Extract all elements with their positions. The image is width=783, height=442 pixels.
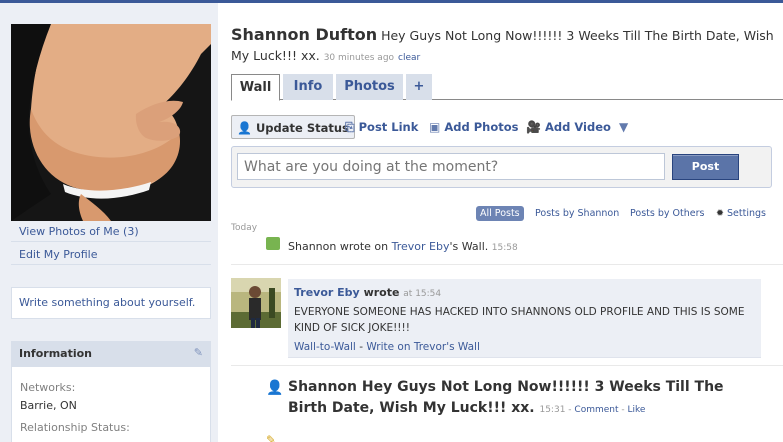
composer-box: Post bbox=[231, 146, 772, 188]
like-link[interactable]: Like bbox=[628, 405, 646, 415]
wall-post-icon bbox=[266, 237, 280, 250]
profile-photo-image bbox=[11, 24, 211, 221]
link-separator: - bbox=[359, 341, 363, 353]
tab-info[interactable]: Info bbox=[283, 74, 333, 100]
update-status-button[interactable]: 👤 Update Status bbox=[231, 115, 355, 139]
chevron-down-icon: ▼ bbox=[619, 120, 629, 134]
clear-status-link[interactable]: clear bbox=[398, 53, 420, 63]
tab-add[interactable]: + bbox=[406, 74, 432, 100]
pencil-icon[interactable]: ✎ bbox=[194, 346, 203, 359]
update-status-label: Update Status bbox=[255, 121, 349, 135]
networks-value: Barrie, ON bbox=[20, 399, 77, 412]
status-story: Shannon Hey Guys Not Long Now!!!!!! 3 We… bbox=[288, 377, 728, 421]
link-icon: ⎘ bbox=[345, 120, 355, 134]
status-input[interactable] bbox=[237, 153, 665, 180]
status-time: 30 minutes ago bbox=[323, 53, 395, 63]
main-content: Shannon Dufton Hey Guys Not Long Now!!!!… bbox=[218, 3, 783, 442]
profile-picture[interactable] bbox=[11, 24, 211, 221]
about-me-box[interactable]: Write something about yourself. bbox=[11, 287, 211, 319]
feed-filters: All Posts Posts by Shannon Posts by Othe… bbox=[218, 206, 783, 221]
feed-divider bbox=[231, 264, 783, 265]
person-icon: 👤 bbox=[237, 121, 252, 135]
view-photos-label[interactable]: View Photos of Me (3) bbox=[19, 225, 139, 238]
left-sidebar: View Photos of Me (3) Edit My Profile Wr… bbox=[0, 3, 218, 442]
filter-posts-by-others[interactable]: Posts by Others bbox=[626, 206, 708, 221]
wall-post-links: Wall-to-Wall - Write on Trevor's Wall bbox=[294, 341, 480, 353]
day-label: Today bbox=[231, 223, 258, 233]
post-link-button[interactable]: ⎘ Post Link bbox=[345, 115, 418, 139]
comment-link[interactable]: Comment bbox=[574, 405, 618, 415]
wall-post-message: EVERYONE SOMEONE HAS HACKED INTO SHANNON… bbox=[294, 306, 745, 334]
information-header: Information ✎ bbox=[11, 341, 211, 367]
filter-settings[interactable]: ✹ Settings bbox=[712, 206, 770, 221]
edit-profile-link[interactable]: Edit My Profile bbox=[11, 243, 211, 265]
write-on-wall-link[interactable]: Write on Trevor's Wall bbox=[366, 341, 480, 353]
add-photos-label: Add Photos bbox=[444, 120, 519, 134]
profile-headline: Shannon Dufton Hey Guys Not Long Now!!!!… bbox=[231, 25, 776, 68]
filter-posts-by-shannon[interactable]: Posts by Shannon bbox=[531, 206, 623, 221]
mini-story-suffix: 's Wall. bbox=[449, 240, 489, 253]
wall-post-author[interactable]: Trevor Eby bbox=[294, 286, 360, 299]
filter-settings-label: Settings bbox=[727, 208, 766, 219]
mini-story-link[interactable]: Trevor Eby bbox=[392, 240, 450, 253]
wall-post-time: at 15:54 bbox=[403, 289, 442, 299]
avatar-image bbox=[231, 278, 281, 328]
mini-story-prefix: Shannon wrote on bbox=[288, 240, 392, 253]
photo-icon: ▣ bbox=[429, 120, 441, 134]
information-body: Networks: Barrie, ON Relationship Status… bbox=[11, 367, 211, 442]
composer-actions: 👤 Update Status ⎘ Post Link ▣ Add Photos… bbox=[231, 115, 783, 139]
add-video-label: Add Video bbox=[544, 120, 611, 134]
information-title: Information bbox=[19, 347, 92, 360]
status-story-meta: 15:31 - Comment - Like bbox=[539, 405, 646, 415]
wall-to-wall-link[interactable]: Wall-to-Wall bbox=[294, 341, 356, 353]
relationship-label: Relationship Status: bbox=[20, 421, 130, 434]
add-photos-button[interactable]: ▣ Add Photos bbox=[429, 115, 518, 139]
edit-profile-label[interactable]: Edit My Profile bbox=[19, 248, 98, 261]
add-video-button[interactable]: 🎥 Add Video bbox=[526, 115, 611, 139]
gear-icon: ✹ bbox=[716, 208, 724, 219]
mini-story-time: 15:58 bbox=[491, 243, 518, 253]
status-story-text: Shannon Hey Guys Not Long Now!!!!!! 3 We… bbox=[288, 379, 724, 416]
view-photos-link[interactable]: View Photos of Me (3) bbox=[11, 220, 211, 242]
more-actions-dropdown[interactable]: ▼ bbox=[619, 115, 628, 139]
tab-wall[interactable]: Wall bbox=[231, 74, 280, 101]
status-story-time: 15:31 bbox=[539, 405, 566, 415]
write-about-link[interactable]: Write something about yourself. bbox=[19, 296, 195, 309]
post-link-label: Post Link bbox=[358, 120, 419, 134]
feed-divider bbox=[231, 365, 783, 366]
wall-post-verb: wrote bbox=[363, 286, 400, 299]
post-button[interactable]: Post bbox=[672, 154, 739, 180]
avatar[interactable] bbox=[231, 278, 281, 328]
person-icon: 👤 bbox=[266, 380, 284, 396]
filter-all-posts[interactable]: All Posts bbox=[476, 206, 524, 221]
video-camera-icon: 🎥 bbox=[526, 120, 541, 134]
tab-photos[interactable]: Photos bbox=[336, 74, 403, 100]
wall-post-header: Trevor Eby wrote at 15:54 bbox=[294, 286, 441, 299]
pencil-icon: ✎ bbox=[266, 433, 277, 442]
wall-post: Trevor Eby wrote at 15:54 EVERYONE SOMEO… bbox=[288, 279, 761, 358]
networks-label: Networks: bbox=[20, 381, 76, 394]
mini-story: Shannon wrote on Trevor Eby's Wall. 15:5… bbox=[288, 240, 518, 253]
profile-name: Shannon Dufton bbox=[231, 25, 378, 44]
